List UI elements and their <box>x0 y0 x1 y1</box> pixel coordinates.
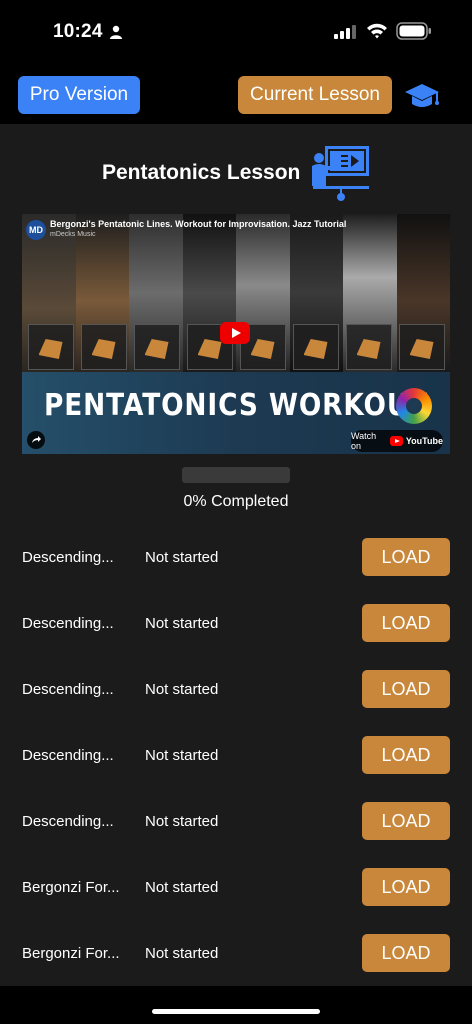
youtube-label: YouTube <box>405 436 443 446</box>
exercise-name: Descending... <box>22 681 114 698</box>
exercise-name: Descending... <box>22 615 114 632</box>
load-button[interactable]: LOAD <box>362 670 450 708</box>
exercise-name: Descending... <box>22 747 114 764</box>
watch-on-label: Watch on <box>351 431 377 451</box>
exercise-status: Not started <box>145 813 219 830</box>
exercise-status: Not started <box>145 879 219 896</box>
exercise-status: Not started <box>145 615 219 632</box>
header-toolbar: Pro Version Current Lesson <box>0 62 472 124</box>
video-player[interactable]: MD Bergonzi's Pentatonic Lines. Workout … <box>22 214 450 454</box>
video-banner-text: PENTATONICS WORKOUT <box>44 388 429 423</box>
exercise-name: Bergonzi For... <box>22 945 120 962</box>
presentation-icon <box>312 146 369 201</box>
battery-icon <box>396 22 431 40</box>
emblem-icon <box>396 388 432 424</box>
load-button[interactable]: LOAD <box>362 868 450 906</box>
pro-version-button[interactable]: Pro Version <box>18 76 140 114</box>
list-item: Descending... Not started LOAD <box>0 802 472 842</box>
play-icon[interactable] <box>220 322 250 344</box>
current-lesson-button[interactable]: Current Lesson <box>238 76 392 114</box>
exercise-name: Descending... <box>22 549 114 566</box>
share-icon[interactable] <box>27 431 45 449</box>
load-button[interactable]: LOAD <box>362 736 450 774</box>
signal-icon <box>334 25 356 39</box>
lesson-title: Pentatonics Lesson <box>102 161 301 184</box>
progress-label: 0% Completed <box>183 493 289 510</box>
person-icon <box>110 25 122 39</box>
list-item: Descending... Not started LOAD <box>0 736 472 776</box>
exercise-status: Not started <box>145 681 219 698</box>
list-item: Descending... Not started LOAD <box>0 604 472 644</box>
channel-logo[interactable]: MD <box>26 220 46 240</box>
exercise-status: Not started <box>145 945 219 962</box>
watch-on-youtube-button[interactable]: Watch on YouTube <box>351 430 443 452</box>
video-channel: mDecks Music <box>50 231 96 238</box>
main-content: Pentatonics Lesson MD Bergonzi's Pentato… <box>0 124 472 986</box>
load-button[interactable]: LOAD <box>362 538 450 576</box>
exercise-name: Descending... <box>22 813 114 830</box>
load-button[interactable]: LOAD <box>362 802 450 840</box>
wifi-icon <box>367 23 387 39</box>
progress-bar <box>182 467 290 483</box>
exercise-name: Bergonzi For... <box>22 879 120 896</box>
status-time: 10:24 <box>53 21 103 42</box>
youtube-icon <box>389 436 403 446</box>
list-item: Bergonzi For... Not started LOAD <box>0 868 472 908</box>
load-button[interactable]: LOAD <box>362 934 450 972</box>
graduation-cap-icon[interactable] <box>404 81 440 111</box>
list-item: Descending... Not started LOAD <box>0 670 472 710</box>
load-button[interactable]: LOAD <box>362 604 450 642</box>
video-title[interactable]: Bergonzi's Pentatonic Lines. Workout for… <box>50 219 346 229</box>
status-bar: 10:24 <box>0 0 472 62</box>
home-indicator[interactable] <box>152 1009 320 1014</box>
exercise-status: Not started <box>145 747 219 764</box>
list-item: Bergonzi For... Not started LOAD <box>0 934 472 974</box>
bottom-bar <box>0 986 472 1024</box>
list-item: Descending... Not started LOAD <box>0 538 472 578</box>
exercise-status: Not started <box>145 549 219 566</box>
